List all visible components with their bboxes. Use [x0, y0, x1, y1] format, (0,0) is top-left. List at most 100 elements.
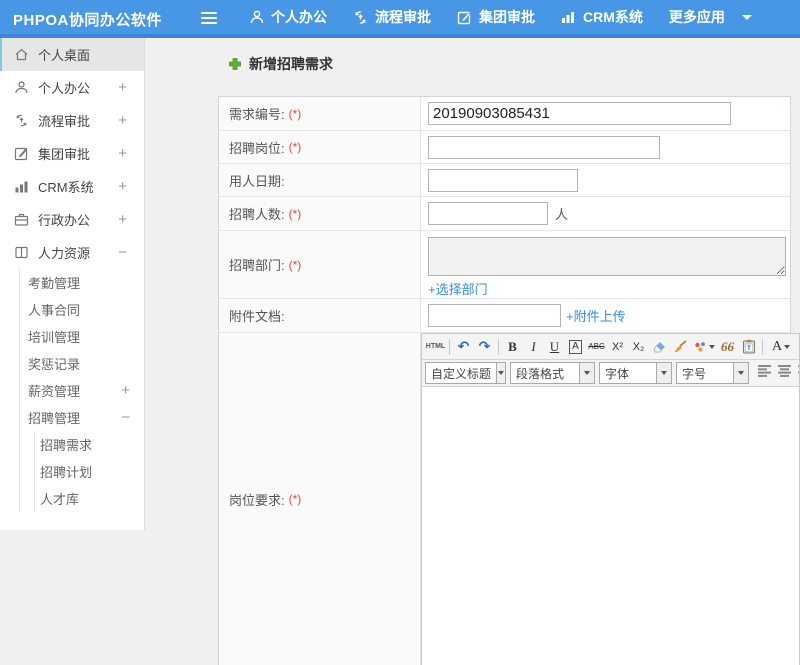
collapse-icon[interactable]: −	[121, 409, 130, 426]
select-value: 段落格式	[511, 365, 579, 382]
process-icon	[14, 113, 29, 128]
sidebar-item-label: 薪资管理	[28, 381, 80, 400]
sidebar-item-recruit-plan[interactable]: 招聘计划	[35, 458, 144, 485]
expand-icon[interactable]: +	[118, 112, 127, 129]
label-text: 招聘岗位:	[229, 138, 285, 157]
book-icon	[14, 245, 29, 260]
align-left-icon[interactable]	[758, 364, 772, 382]
sidebar-item-talent-pool[interactable]: 人才库	[35, 485, 144, 512]
custom-heading-select[interactable]: 自定义标题	[425, 362, 506, 384]
select-department-link[interactable]: +选择部门	[428, 279, 488, 298]
font-family-select[interactable]: 字体	[599, 362, 672, 384]
recruitment-form: 需求编号: (*) 招聘岗位: (*) 用人日期: 招聘人数: (*) 人	[218, 96, 791, 665]
font-size-select[interactable]: 字号	[676, 362, 749, 384]
sidebar-item-workflow-approval[interactable]: 流程审批 +	[0, 104, 144, 137]
select-arrow	[496, 363, 505, 383]
sidebar-item-hr-contracts[interactable]: 人事合同	[20, 296, 144, 323]
field-label: 招聘人数: (*)	[219, 197, 421, 230]
sidebar-item-human-resources[interactable]: 人力资源 −	[0, 236, 144, 269]
request-number-input[interactable]	[428, 102, 731, 125]
nav-label: CRM系统	[583, 7, 643, 27]
toolbar-separator	[449, 339, 450, 355]
label-text: 需求编号:	[229, 104, 285, 123]
paragraph-format-select[interactable]: 段落格式	[510, 362, 595, 384]
caret-down-icon	[498, 371, 504, 375]
label-text: 用人日期:	[229, 171, 285, 190]
highlight-color-button[interactable]: a	[796, 337, 799, 357]
underline-button[interactable]: U	[544, 337, 565, 357]
sidebar-item-salary[interactable]: 薪资管理 +	[20, 377, 144, 404]
nav-crm-system[interactable]: CRM系统	[561, 7, 643, 27]
field-label: 附件文档:	[219, 299, 421, 332]
field-label: 用人日期:	[219, 164, 421, 196]
color-splash-icon[interactable]	[691, 337, 717, 357]
remove-format-button[interactable]: A	[565, 337, 586, 357]
expand-icon[interactable]: +	[118, 211, 127, 228]
position-input[interactable]	[428, 136, 660, 159]
align-center-icon[interactable]	[778, 364, 792, 382]
editor-toolbar-row2: 自定义标题 段落格式 字体 字号	[422, 360, 799, 387]
strikethrough-button[interactable]: ABC	[586, 337, 607, 357]
hiring-date-input[interactable]	[428, 169, 578, 192]
expand-icon[interactable]: +	[121, 382, 130, 399]
subscript-button[interactable]: X₂	[628, 337, 649, 357]
eraser-icon[interactable]	[649, 337, 670, 357]
required-marker: (*)	[289, 107, 302, 121]
page-title-text: 新增招聘需求	[249, 54, 333, 74]
nav-workflow-approval[interactable]: 流程审批	[353, 7, 431, 27]
form-row-headcount: 招聘人数: (*) 人	[219, 197, 790, 231]
field-label: 招聘岗位: (*)	[219, 131, 421, 163]
edit-icon	[457, 10, 472, 25]
html-source-button[interactable]: HTML	[425, 337, 446, 357]
sidebar-item-personal-desktop[interactable]: 个人桌面	[0, 38, 144, 71]
caret-down-icon	[709, 345, 715, 349]
collapse-icon[interactable]: −	[118, 244, 127, 261]
department-textarea[interactable]	[428, 237, 786, 276]
sidebar-item-label: 个人办公	[38, 78, 90, 97]
headcount-input[interactable]	[428, 202, 548, 225]
attachment-upload-link[interactable]: +附件上传	[566, 306, 626, 325]
sidebar-item-crm-system[interactable]: CRM系统 +	[0, 170, 144, 203]
sidebar-item-recruitment[interactable]: 招聘管理 −	[20, 404, 144, 431]
app-header: PHPOA协同办公软件 个人办公 流程审批 集团审批	[0, 0, 800, 38]
add-icon	[228, 57, 242, 71]
required-marker: (*)	[289, 207, 302, 221]
editor-toolbar-row1: HTML ↶ ↷ B I U A ABC X² X₂	[422, 334, 799, 360]
sidebar-item-label: 集团审批	[38, 144, 90, 163]
select-value: 字体	[600, 365, 656, 382]
page-title: 新增招聘需求	[228, 54, 333, 74]
app-logo: PHPOA协同办公软件	[13, 9, 162, 30]
italic-button[interactable]: I	[523, 337, 544, 357]
sidebar-item-group-approval[interactable]: 集团审批 +	[0, 137, 144, 170]
blockquote-button[interactable]: 66	[717, 337, 738, 357]
nav-group-approval[interactable]: 集团审批	[457, 7, 535, 27]
field-cell	[421, 164, 790, 196]
paste-icon[interactable]: T	[738, 337, 759, 357]
expand-icon[interactable]: +	[118, 178, 127, 195]
form-row-date: 用人日期:	[219, 164, 790, 197]
hamburger-menu-icon[interactable]	[201, 12, 217, 24]
nav-label: 流程审批	[375, 7, 431, 27]
superscript-button[interactable]: X²	[607, 337, 628, 357]
format-brush-icon[interactable]	[670, 337, 691, 357]
nav-more-apps[interactable]: 更多应用	[669, 7, 752, 27]
sidebar-item-recruit-request[interactable]: 招聘需求	[35, 431, 144, 458]
nav-label: 集团审批	[479, 7, 535, 27]
redo-icon[interactable]: ↷	[474, 337, 495, 357]
bold-button[interactable]: B	[502, 337, 523, 357]
expand-icon[interactable]: +	[118, 79, 127, 96]
font-color-button[interactable]: A	[766, 337, 796, 357]
nav-personal-office[interactable]: 个人办公	[250, 7, 327, 27]
attachment-input[interactable]	[428, 304, 561, 327]
sidebar-item-label: 考勤管理	[28, 273, 80, 292]
job-requirement-editor-area[interactable]	[422, 387, 799, 665]
sidebar-item-admin-office[interactable]: 行政办公 +	[0, 203, 144, 236]
undo-icon[interactable]: ↶	[453, 337, 474, 357]
expand-icon[interactable]: +	[118, 145, 127, 162]
label-text: 岗位要求:	[229, 490, 285, 509]
sidebar-item-personal-office[interactable]: 个人办公 +	[0, 71, 144, 104]
sidebar-item-rewards[interactable]: 奖惩记录	[20, 350, 144, 377]
align-right-icon[interactable]	[798, 364, 799, 382]
sidebar-item-attendance[interactable]: 考勤管理	[20, 269, 144, 296]
sidebar-item-training[interactable]: 培训管理	[20, 323, 144, 350]
